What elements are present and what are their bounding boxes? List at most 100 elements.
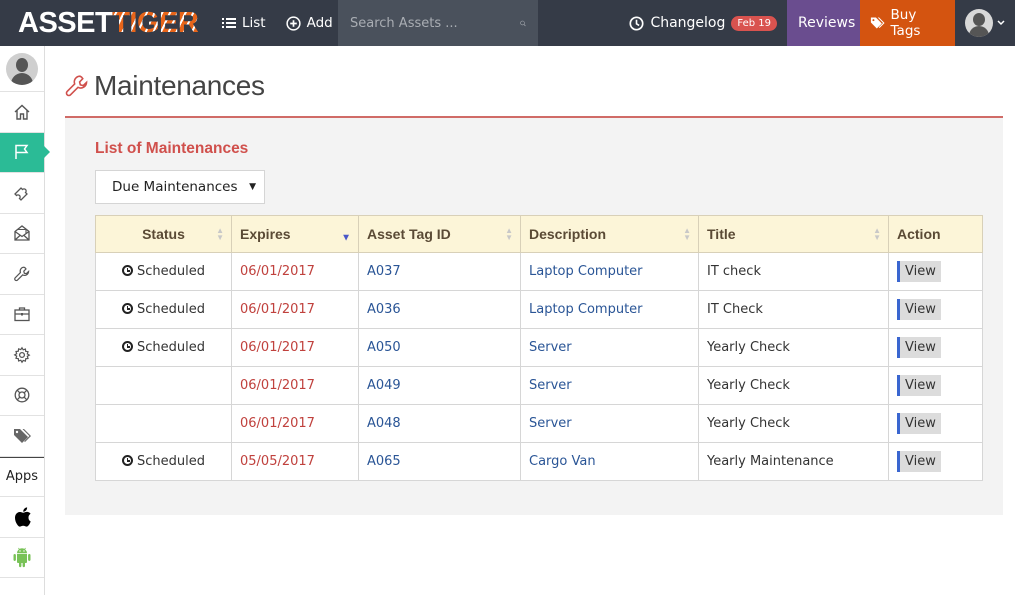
nav-list-label: List <box>242 15 266 31</box>
sidebar-item-profile[interactable] <box>0 46 44 92</box>
view-button[interactable]: View <box>897 261 941 282</box>
view-button[interactable]: View <box>897 375 941 396</box>
sidebar-item-home[interactable] <box>0 92 44 133</box>
column-header-label: Status <box>142 226 185 242</box>
status-cell <box>95 366 232 405</box>
expires-cell: 06/01/2017 <box>231 328 359 367</box>
logo-text-tiger: TIGER <box>112 6 199 39</box>
user-avatar <box>965 9 993 37</box>
sidebar-item-maintenances[interactable] <box>0 132 50 173</box>
apple-icon <box>15 507 31 527</box>
android-icon <box>13 548 31 568</box>
view-button[interactable]: View <box>897 451 941 472</box>
search-icon[interactable] <box>520 15 526 32</box>
sidebar-item-reservations[interactable] <box>0 214 44 254</box>
nav-add-label: Add <box>306 15 333 31</box>
caret-down-icon: ▼ <box>249 182 256 192</box>
maintenance-filter-select[interactable]: Due Maintenances ▼ <box>95 170 265 204</box>
asset-tag-link[interactable]: A065 <box>358 442 521 481</box>
sort-icon: ▲ ▼ <box>873 226 881 242</box>
wrench-icon <box>14 266 30 281</box>
description-link[interactable]: Server <box>520 328 699 367</box>
asset-tag-link[interactable]: A048 <box>358 404 521 443</box>
search-bar <box>338 0 538 46</box>
description-link[interactable]: Laptop Computer <box>520 252 699 291</box>
description-link[interactable]: Server <box>520 404 699 443</box>
expires-cell: 06/01/2017 <box>231 290 359 329</box>
asset-tag-link[interactable]: A050 <box>358 328 521 367</box>
asset-tag-link[interactable]: A036 <box>358 290 521 329</box>
action-cell: View <box>888 442 983 481</box>
expires-cell: 06/01/2017 <box>231 252 359 291</box>
sidebar-item-check-out[interactable] <box>0 173 44 214</box>
title-cell: Yearly Check <box>698 404 889 443</box>
status-cell: Scheduled <box>95 290 232 329</box>
sort-icon: ▲ ▼ <box>505 226 513 242</box>
status-text: Scheduled <box>137 340 205 355</box>
column-header-label: Title <box>707 226 736 242</box>
table-row: Scheduled 06/01/2017 A037 Laptop Compute… <box>95 252 983 291</box>
table-header-row: Status ▲ ▼ Expires ▼ Asset Tag ID ▲ ▼ Descrip… <box>95 215 983 253</box>
tags-icon <box>14 428 31 443</box>
top-navbar: ASSETTIGER List Add Changelog Feb 19 Rev… <box>0 0 1015 46</box>
tags-icon <box>870 17 885 29</box>
plus-circle-icon <box>285 15 301 31</box>
apps-label: Apps <box>0 456 44 497</box>
user-menu[interactable] <box>955 0 1015 46</box>
asset-tag-link[interactable]: A037 <box>358 252 521 291</box>
title-cell: Yearly Maintenance <box>698 442 889 481</box>
expires-cell: 06/01/2017 <box>231 404 359 443</box>
sidebar-item-android-app[interactable] <box>0 538 44 578</box>
sidebar-item-settings[interactable] <box>0 335 44 376</box>
action-cell: View <box>888 252 983 291</box>
buy-tags-button[interactable]: Buy Tags <box>860 0 955 46</box>
panel-heading: List of Maintenances <box>95 140 249 157</box>
status-badge: Scheduled <box>122 454 205 469</box>
clock-icon <box>122 265 133 276</box>
status-cell <box>95 404 232 443</box>
asset-tiger-logo[interactable]: ASSET TIGER <box>0 0 212 46</box>
nav-list-link[interactable]: List <box>212 0 276 46</box>
column-header-expires[interactable]: Expires ▼ <box>231 215 359 253</box>
status-text: Scheduled <box>137 302 205 317</box>
title-cell: Yearly Check <box>698 328 889 367</box>
sidebar-item-maintenance[interactable] <box>0 254 44 295</box>
description-link[interactable]: Laptop Computer <box>520 290 699 329</box>
column-header-action: Action <box>888 215 983 253</box>
mail-open-icon <box>14 225 30 241</box>
action-cell: View <box>888 290 983 329</box>
status-badge: Scheduled <box>122 340 205 355</box>
view-button[interactable]: View <box>897 299 941 320</box>
sidebar-item-reports[interactable] <box>0 295 44 335</box>
sidebar-item-tags[interactable] <box>0 416 44 457</box>
changelog-link[interactable]: Changelog Feb 19 <box>629 0 787 46</box>
buy-tags-label: Buy Tags <box>890 7 921 39</box>
column-header-status[interactable]: Status ▲ ▼ <box>95 215 232 253</box>
column-header-asset-tag-id[interactable]: Asset Tag ID ▲ ▼ <box>358 215 521 253</box>
filter-selected-value: Due Maintenances <box>112 179 238 195</box>
action-cell: View <box>888 366 983 405</box>
column-header-label: Asset Tag ID <box>367 226 451 242</box>
sidebar-item-help[interactable] <box>0 376 44 416</box>
nav-add-link[interactable]: Add <box>276 0 343 46</box>
clock-icon <box>629 15 644 31</box>
column-header-label: Action <box>897 226 941 242</box>
column-header-description[interactable]: Description ▲ ▼ <box>520 215 699 253</box>
status-badge: Scheduled <box>122 264 205 279</box>
description-link[interactable]: Server <box>520 366 699 405</box>
puzzle-icon <box>14 186 28 201</box>
sidebar-item-ios-app[interactable] <box>0 497 44 538</box>
reviews-button[interactable]: Reviews <box>787 0 860 46</box>
view-button[interactable]: View <box>897 337 941 358</box>
nav-right-group: Changelog Feb 19 Reviews Buy Tags <box>629 0 1015 46</box>
description-link[interactable]: Cargo Van <box>520 442 699 481</box>
asset-tag-link[interactable]: A049 <box>358 366 521 405</box>
column-header-title[interactable]: Title ▲ ▼ <box>698 215 889 253</box>
status-cell: Scheduled <box>95 252 232 291</box>
action-cell: View <box>888 404 983 443</box>
table-row: Scheduled 06/01/2017 A036 Laptop Compute… <box>95 290 983 329</box>
search-input[interactable] <box>350 15 520 31</box>
expires-cell: 05/05/2017 <box>231 442 359 481</box>
view-button[interactable]: View <box>897 413 941 434</box>
changelog-date-badge: Feb 19 <box>731 15 777 31</box>
